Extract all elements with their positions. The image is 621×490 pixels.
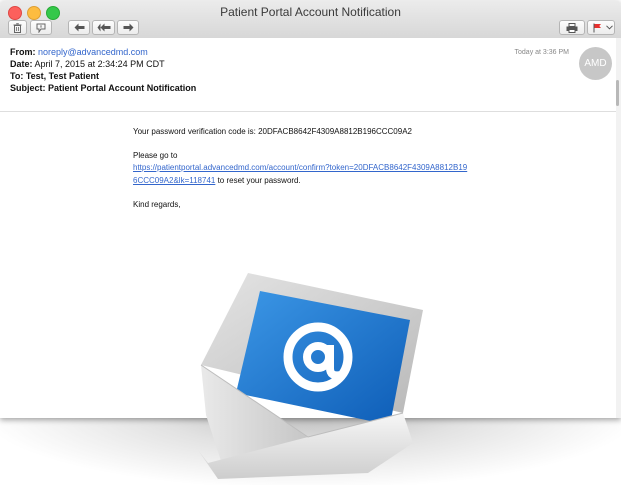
- instruction-text: Please go to: [133, 151, 178, 160]
- print-button[interactable]: [559, 20, 585, 35]
- date-label: Date:: [10, 59, 33, 69]
- reply-icon: [74, 23, 84, 32]
- scrollbar-thumb[interactable]: [616, 80, 619, 106]
- forward-icon: [123, 23, 133, 32]
- reset-link-line-2: 6CCC09A2&lk=118741 to reset your passwor…: [133, 176, 301, 185]
- subject-value: Patient Portal Account Notification: [48, 83, 197, 93]
- message-header: From: noreply@advancedmd.com Date: April…: [0, 38, 621, 112]
- avatar: AMD: [579, 47, 612, 80]
- reset-password-link[interactable]: https://patientportal.advancedmd.com/acc…: [133, 163, 467, 172]
- to-label: To:: [10, 71, 24, 81]
- to-value[interactable]: Test, Test Patient: [26, 71, 99, 81]
- flag-button[interactable]: [587, 20, 615, 35]
- reply-all-button[interactable]: [92, 20, 115, 35]
- verification-code-text: Your password verification code is: 20DF…: [133, 127, 412, 136]
- reset-suffix-text: to reset your password.: [215, 176, 301, 185]
- reset-password-link-continued[interactable]: 6CCC09A2&lk=118741: [133, 176, 215, 185]
- received-timestamp: Today at 3:36 PM: [514, 49, 569, 56]
- closing-text: Kind regards,: [133, 200, 181, 209]
- vertical-scrollbar[interactable]: [616, 38, 621, 418]
- flag-icon: [593, 23, 601, 32]
- window-title: Patient Portal Account Notification: [220, 5, 401, 19]
- date-line: Date: April 7, 2015 at 2:34:24 PM CDT: [10, 59, 165, 69]
- forward-button[interactable]: [117, 20, 139, 35]
- subject-line: Subject: Patient Portal Account Notifica…: [10, 83, 196, 93]
- email-envelope-illustration: [198, 265, 428, 485]
- reply-button[interactable]: [68, 20, 90, 35]
- titlebar: Patient Portal Account Notification: [0, 0, 621, 39]
- reset-link-line-1: https://patientportal.advancedmd.com/acc…: [133, 163, 467, 172]
- reply-all-icon: [97, 23, 110, 32]
- trash-icon: [13, 22, 22, 33]
- email-envelope-at-icon: [198, 273, 423, 479]
- junk-button[interactable]: [30, 20, 52, 35]
- delete-button[interactable]: [8, 20, 27, 35]
- chevron-down-icon: [606, 25, 613, 30]
- date-value: April 7, 2015 at 2:34:24 PM CDT: [34, 59, 165, 69]
- from-label: From:: [10, 47, 36, 57]
- print-icon: [566, 22, 578, 33]
- junk-icon: [36, 23, 46, 33]
- sender-email-link[interactable]: noreply@advancedmd.com: [38, 47, 148, 57]
- subject-label: Subject:: [10, 83, 46, 93]
- from-line: From: noreply@advancedmd.com: [10, 47, 148, 57]
- to-line: To: Test, Test Patient: [10, 71, 99, 81]
